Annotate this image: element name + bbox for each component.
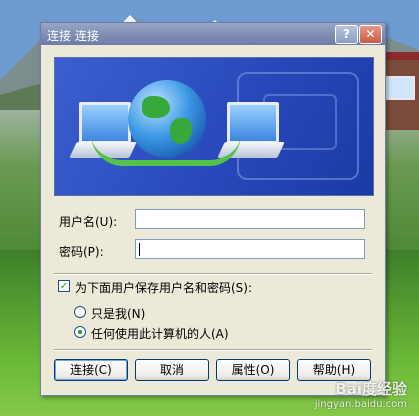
connection-swoosh-icon [91,134,241,166]
cancel-button[interactable]: 取消 [135,359,209,381]
password-input[interactable] [135,239,365,259]
watermark-url: jingyan.baidu.com [314,399,407,410]
connect-dialog: 连接 连接 ? ✕ 用户名(U): 密码(P): ✓ 为下面用户保存用户名和密码… [40,22,386,396]
radio-anyone[interactable] [74,326,86,338]
radio-only-me[interactable] [74,306,86,318]
title-bar[interactable]: 连接 连接 ? ✕ [41,23,385,45]
radio-anyone-label[interactable]: 任何使用此计算机的人(A) [91,325,229,342]
separator-top [54,273,372,275]
text-caret [139,243,140,256]
password-label: 密码(P): [59,245,104,259]
dialog-title: 连接 连接 [47,29,99,43]
save-credentials-label[interactable]: 为下面用户保存用户名和密码(S): [75,279,252,296]
properties-button[interactable]: 属性(O) [216,359,290,381]
username-label: 用户名(U): [59,215,118,229]
radio-selected-dot [78,330,82,334]
username-input[interactable] [135,209,365,229]
save-credentials-checkbox[interactable]: ✓ [58,280,70,292]
connect-button[interactable]: 连接(C) [54,359,128,381]
radio-only-me-label[interactable]: 只是我(N) [91,305,145,322]
help-title-button[interactable]: ? [335,25,358,44]
separator-bottom [54,349,372,351]
network-banner-image [54,57,374,196]
watermark-brand: Bai度经验 [335,380,407,398]
baidu-watermark: Bai度经验 jingyan.baidu.com [315,378,407,410]
close-button[interactable]: ✕ [359,25,382,44]
